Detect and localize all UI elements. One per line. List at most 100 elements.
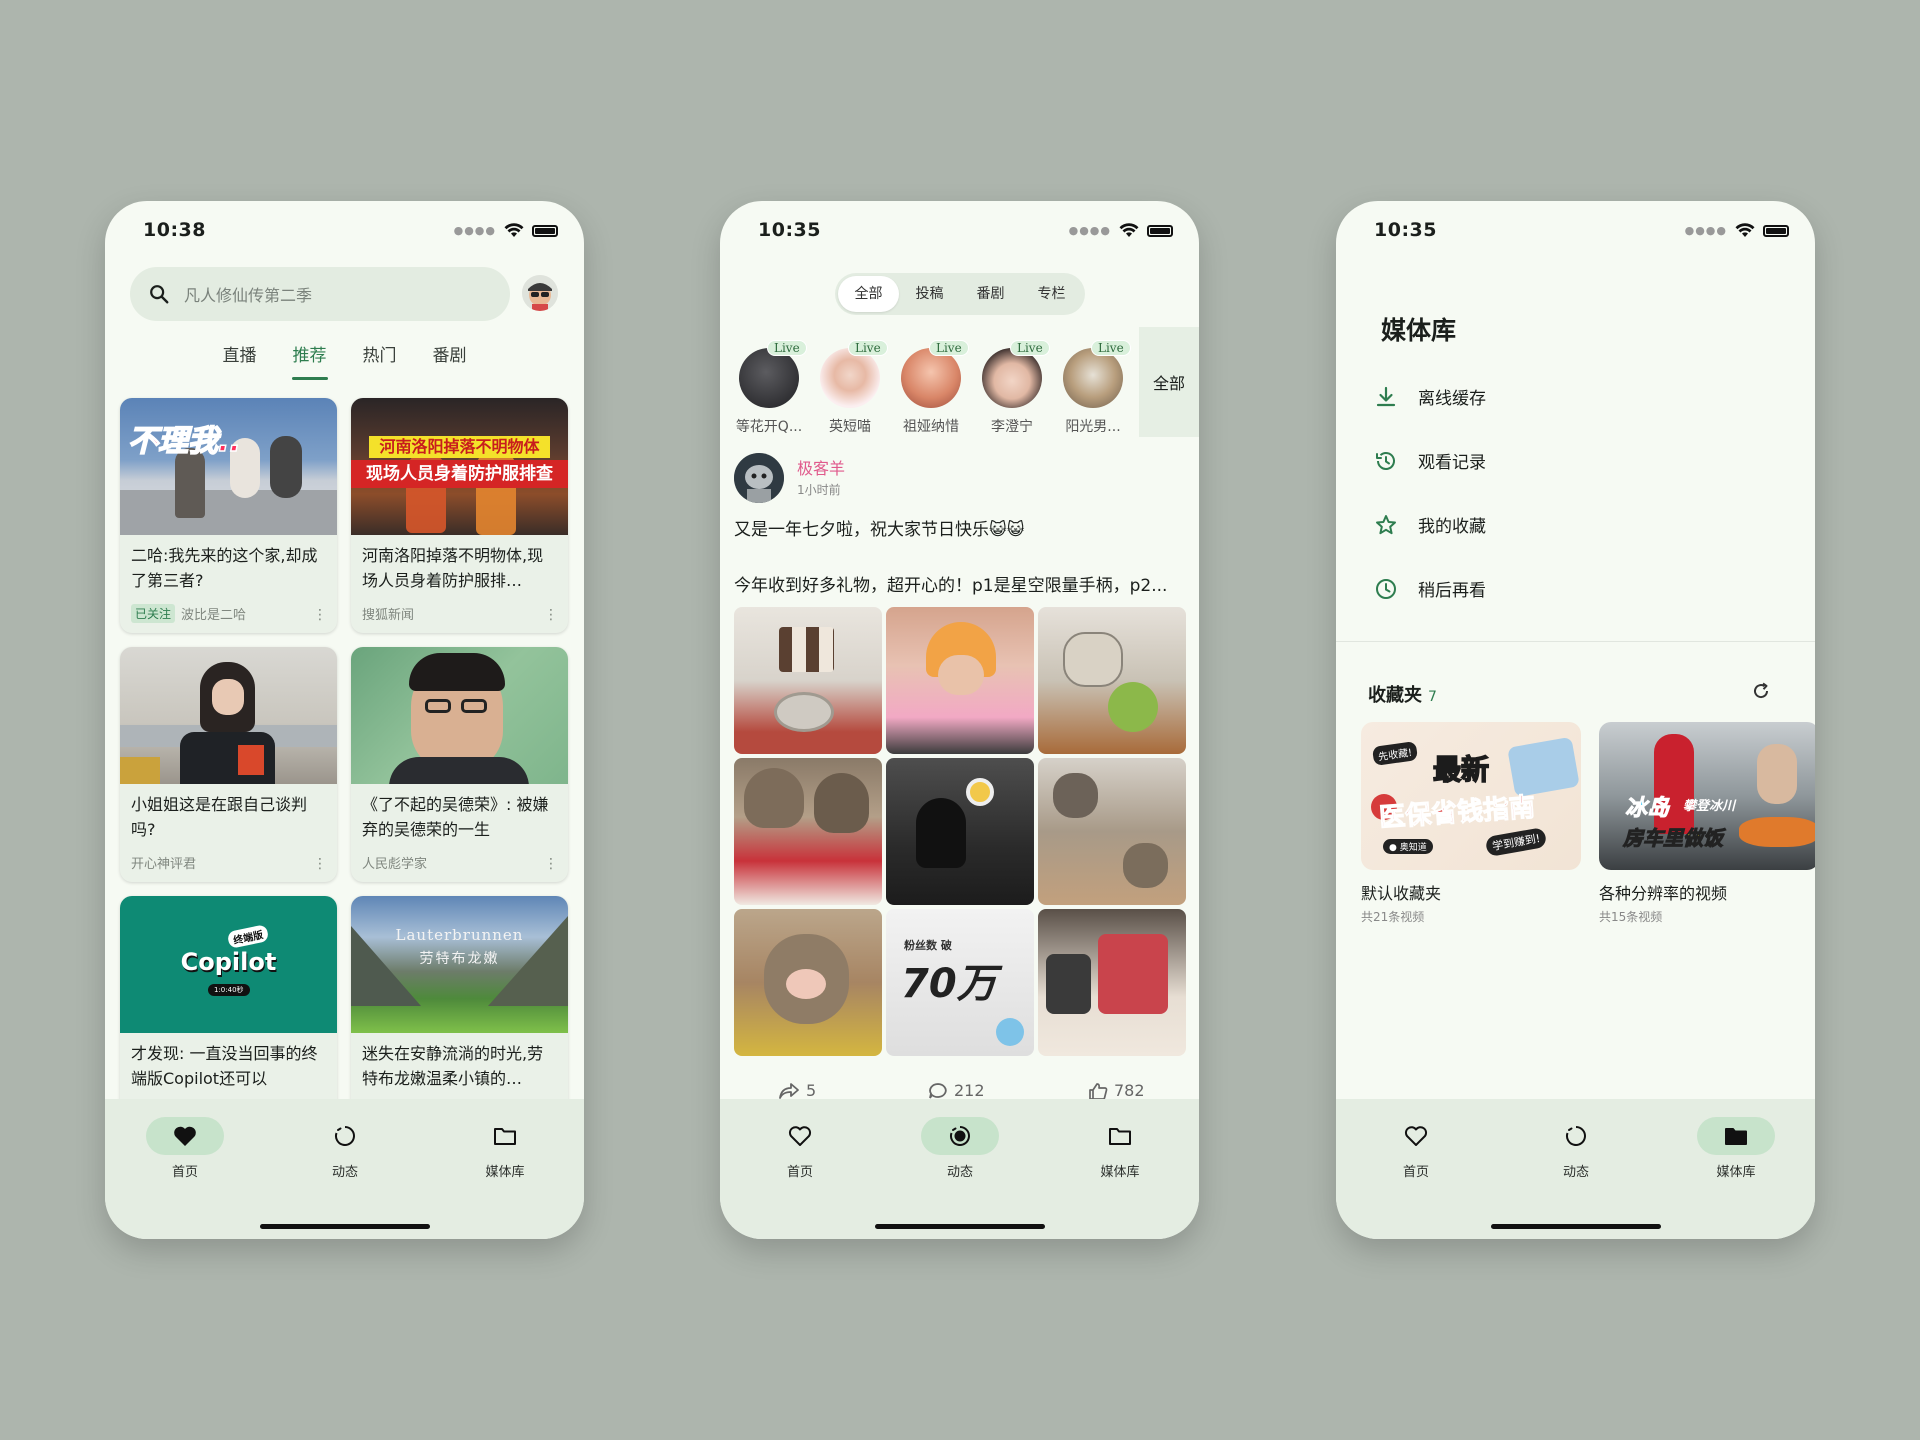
thumbnail-caption: 冰岛 bbox=[1624, 796, 1670, 822]
post-image[interactable] bbox=[734, 909, 882, 1056]
thumbnail-caption: 先收藏! bbox=[1371, 741, 1419, 766]
live-user[interactable]: Live 英短喵 bbox=[811, 336, 889, 436]
post-image[interactable] bbox=[734, 758, 882, 905]
post-image[interactable] bbox=[1038, 607, 1186, 754]
tab-hot[interactable]: 热门 bbox=[363, 341, 397, 380]
more-icon[interactable]: ⋮ bbox=[313, 607, 327, 623]
live-user[interactable]: Live 阳光男... bbox=[1054, 336, 1132, 436]
status-bar: 10:35 ●●●● bbox=[720, 201, 1199, 261]
nav-label: 动态 bbox=[946, 1165, 973, 1180]
live-user-avatar: Live bbox=[1063, 340, 1131, 408]
favorite-folder[interactable]: 先收藏! 最新 医保省钱指南 学到赚到! ● 奥知道 默认收藏夹 共21条视频 bbox=[1361, 722, 1581, 925]
post-image[interactable] bbox=[734, 607, 882, 754]
post-image[interactable] bbox=[886, 607, 1034, 754]
download-icon bbox=[1376, 386, 1396, 406]
nav-home[interactable]: 首页 bbox=[145, 1117, 225, 1180]
thumbnail-caption: 终端版 bbox=[226, 924, 270, 949]
nav-label: 首页 bbox=[786, 1165, 813, 1180]
tab-live[interactable]: 直播 bbox=[223, 341, 257, 380]
post-image[interactable] bbox=[886, 758, 1034, 905]
thumbnail-caption: 医保省钱指南 bbox=[1378, 792, 1537, 834]
share-count: 5 bbox=[806, 1081, 817, 1100]
post-image[interactable] bbox=[1038, 909, 1186, 1056]
nav-library[interactable]: 媒体库 bbox=[1080, 1117, 1160, 1180]
live-users-row: Live 等花开Q... Live 英短喵 Live 祖娅纳惜 Live 李澄宁… bbox=[730, 336, 1199, 444]
thumbnail-caption: 现场人员身着防护服排查 bbox=[351, 460, 568, 488]
live-user[interactable]: Live 祖娅纳惜 bbox=[892, 336, 970, 436]
all-live-button[interactable]: 全部 bbox=[1139, 327, 1199, 437]
post-time: 1小时前 bbox=[797, 483, 841, 497]
folder-count: 共21条视频 bbox=[1361, 910, 1425, 924]
nav-home[interactable]: 首页 bbox=[1376, 1117, 1456, 1180]
video-thumbnail: 河南洛阳掉落不明物体 现场人员身着防护服排查 bbox=[351, 398, 568, 535]
live-user[interactable]: Live 等花开Q... bbox=[730, 336, 808, 436]
thumbnail-caption: 1:0:40秒 bbox=[208, 984, 250, 996]
nav-library[interactable]: 媒体库 bbox=[1696, 1117, 1776, 1180]
more-icon[interactable]: ⋮ bbox=[544, 607, 558, 623]
like-button[interactable]: 782 bbox=[1088, 1081, 1145, 1100]
favorites-title: 收藏夹 bbox=[1368, 685, 1422, 706]
video-author: 开心神评君 bbox=[131, 857, 197, 872]
status-time: 10:38 bbox=[143, 219, 206, 241]
video-card[interactable]: 不理我.. 二哈:我先来的这个家,却成了第三者? 已关注 波比是二哈 ⋮ bbox=[120, 398, 337, 633]
clock-icon bbox=[1376, 578, 1396, 599]
thumbnail-caption: 房车里做饭 bbox=[1623, 826, 1724, 851]
tab-recommend[interactable]: 推荐 bbox=[291, 341, 328, 380]
more-icon[interactable]: ⋮ bbox=[544, 856, 558, 872]
video-card[interactable]: 终端版 Copilot 1:0:40秒 才发现: 一直没当回事的终端版Copil… bbox=[120, 896, 337, 1131]
nav-home[interactable]: 首页 bbox=[760, 1117, 840, 1180]
wifi-icon bbox=[1119, 223, 1139, 237]
search-bar[interactable]: 凡人修仙传第二季 bbox=[130, 267, 510, 321]
nav-dynamic[interactable]: 动态 bbox=[920, 1117, 1000, 1180]
nav-dynamic[interactable]: 动态 bbox=[305, 1117, 385, 1180]
video-card[interactable]: Lauterbrunnen 劳特布龙嫩 迷失在安静流淌的时光,劳特布龙嫩温柔小镇… bbox=[351, 896, 568, 1131]
post-image[interactable]: 粉丝数 破 70万 bbox=[886, 909, 1034, 1056]
sheep-avatar-icon bbox=[734, 453, 784, 503]
post-image[interactable] bbox=[1038, 758, 1186, 905]
post-author[interactable]: 极客羊 bbox=[797, 455, 845, 479]
segment-submissions[interactable]: 投稿 bbox=[899, 276, 960, 312]
menu-offline-cache[interactable]: 离线缓存 bbox=[1374, 384, 1486, 409]
author-avatar[interactable] bbox=[734, 453, 784, 503]
signal-icon: ●●●● bbox=[1684, 224, 1727, 237]
star-icon bbox=[1376, 514, 1396, 534]
segment-anime[interactable]: 番剧 bbox=[960, 276, 1021, 312]
folder-filled-icon bbox=[1725, 1128, 1747, 1145]
menu-watch-later[interactable]: 稍后再看 bbox=[1374, 576, 1486, 601]
video-card[interactable]: 河南洛阳掉落不明物体 现场人员身着防护服排查 河南洛阳掉落不明物体,现场人员身着… bbox=[351, 398, 568, 633]
user-avatar[interactable] bbox=[522, 275, 558, 311]
divider bbox=[1336, 641, 1815, 642]
bottom-navigation: 首页 动态 媒体库 bbox=[720, 1099, 1199, 1239]
wifi-icon bbox=[504, 223, 524, 237]
status-bar: 10:35 ●●●● bbox=[1336, 201, 1815, 261]
live-badge: Live bbox=[767, 340, 807, 356]
segment-all[interactable]: 全部 bbox=[838, 276, 899, 312]
favorite-folder[interactable]: 冰岛 攀登冰川 房车里做饭 各种分辨率的视频 共15条视频 bbox=[1599, 722, 1815, 925]
tab-anime[interactable]: 番剧 bbox=[433, 341, 467, 380]
segment-column[interactable]: 专栏 bbox=[1021, 276, 1082, 312]
favorites-count: 7 bbox=[1428, 689, 1437, 705]
live-user-name: 等花开Q... bbox=[735, 419, 803, 435]
phone-dynamic-screen: 10:35 ●●●● 全部 投稿 番剧 专栏 Live 等花开Q... Live… bbox=[720, 201, 1199, 1239]
nav-dynamic[interactable]: 动态 bbox=[1536, 1117, 1616, 1180]
thumbnail-caption: 最新 bbox=[1432, 752, 1490, 787]
nav-label: 媒体库 bbox=[485, 1165, 525, 1180]
live-user-name: 祖娅纳惜 bbox=[903, 419, 959, 435]
video-thumbnail: 不理我.. bbox=[120, 398, 337, 535]
page-title: 媒体库 bbox=[1381, 316, 1457, 345]
home-indicator bbox=[874, 1224, 1045, 1229]
menu-favorites[interactable]: 我的收藏 bbox=[1374, 512, 1486, 537]
more-icon[interactable]: ⋮ bbox=[313, 856, 327, 872]
video-card[interactable]: 《了不起的吴德荣》: 被嫌弃的吴德荣的一生 人民彪学家 ⋮ bbox=[351, 647, 568, 882]
like-count: 782 bbox=[1114, 1081, 1145, 1100]
post-text: 又是一年七夕啦，祝大家节日快乐😺😺 bbox=[734, 520, 1025, 540]
folder-thumbnail: 冰岛 攀登冰川 房车里做饭 bbox=[1599, 722, 1815, 870]
live-user[interactable]: Live 李澄宁 bbox=[973, 336, 1051, 436]
video-card[interactable]: 小姐姐这是在跟自己谈判吗? 开心神评君 ⋮ bbox=[120, 647, 337, 882]
refresh-button[interactable] bbox=[1751, 681, 1771, 705]
video-thumbnail: 终端版 Copilot 1:0:40秒 bbox=[120, 896, 337, 1033]
menu-watch-history[interactable]: 观看记录 bbox=[1374, 448, 1486, 473]
share-button[interactable]: 5 bbox=[778, 1081, 816, 1100]
comment-button[interactable]: 212 bbox=[928, 1081, 985, 1100]
nav-library[interactable]: 媒体库 bbox=[465, 1117, 545, 1180]
